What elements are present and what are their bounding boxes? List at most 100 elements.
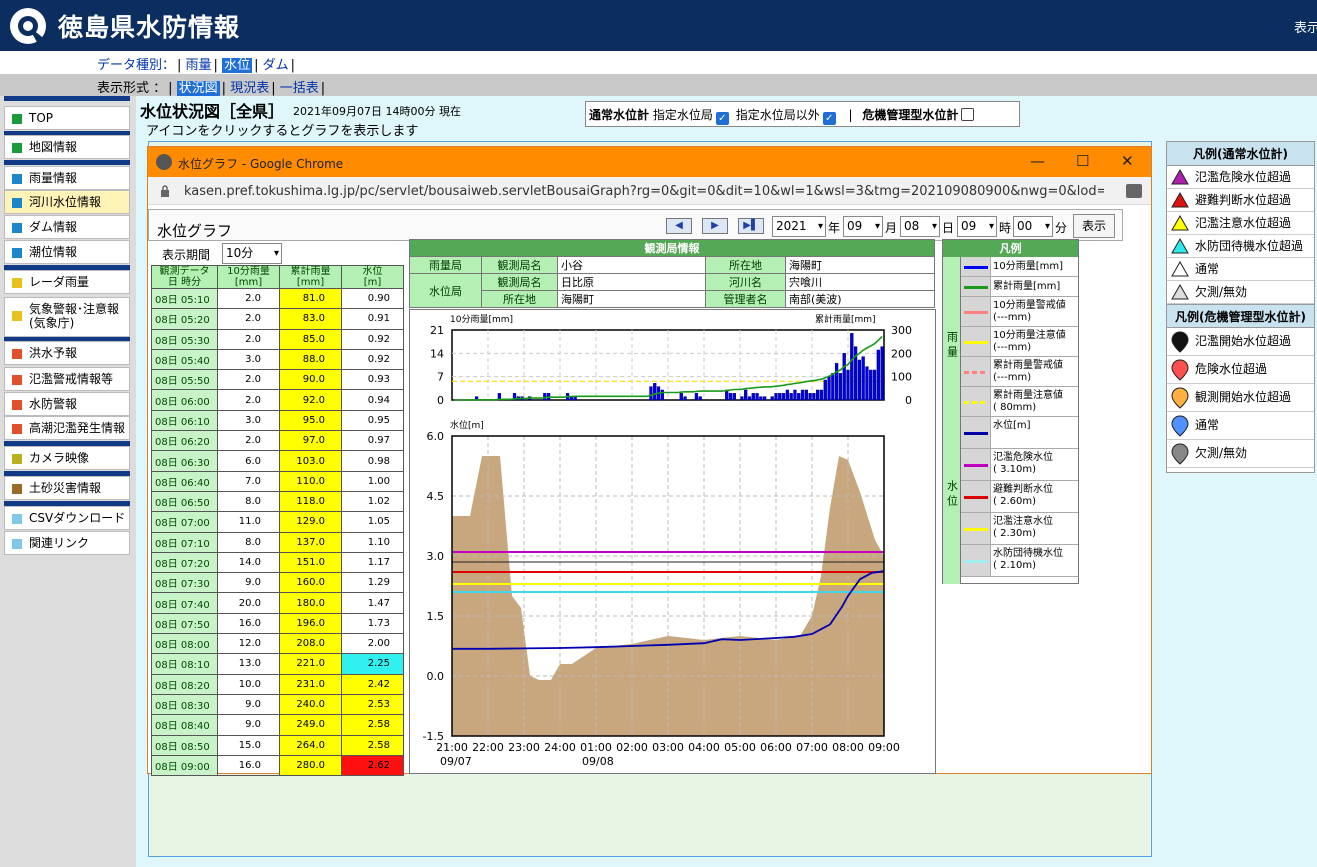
nav-bulk-table[interactable]: 一括表 xyxy=(280,81,319,96)
legend-text: 避難判断水位( 2.60m) xyxy=(993,484,1053,508)
minute-select[interactable]: 00 ▾ xyxy=(1013,216,1053,237)
address-bar[interactable]: kasen.pref.tokushima.lg.jp/pc/servlet/bo… xyxy=(148,177,1151,205)
time-tick-label: 05:00 xyxy=(724,741,756,754)
cell-rain10: 2.0 xyxy=(217,308,280,330)
cell-water-level: 2.42 xyxy=(341,673,404,695)
url-text[interactable]: kasen.pref.tokushima.lg.jp/pc/servlet/bo… xyxy=(184,184,1104,199)
header-display-link[interactable]: 表示 xyxy=(1294,17,1317,36)
sidebar-item-landslide[interactable]: 土砂災害情報 xyxy=(4,476,130,500)
normal-gauge-label: 通常水位計 xyxy=(589,108,650,122)
legend-label: 避難判断水位 xyxy=(993,484,1053,495)
rain-bar xyxy=(834,363,839,401)
latest-button[interactable]: ▶▌ xyxy=(738,218,764,234)
sidebar-divider xyxy=(4,96,130,101)
crisis-checkbox[interactable] xyxy=(961,108,975,121)
arrow-icon xyxy=(12,375,22,385)
sidebar-item-flood-alert[interactable]: 氾濫警戒情報等 xyxy=(4,367,130,391)
period-select[interactable]: 10分 ▾ xyxy=(222,243,282,264)
rain-bar xyxy=(804,389,808,401)
nav-rain[interactable]: 雨量 xyxy=(186,58,212,73)
cell-water-level: 0.95 xyxy=(341,409,404,432)
sidebar-item-label: 土砂災害情報 xyxy=(29,481,102,495)
level-y-axis-label: 水位[m] xyxy=(450,419,484,431)
nav-dam[interactable]: ダム xyxy=(263,58,289,73)
arrow-icon xyxy=(12,278,22,288)
rain-y2-tick: 100 xyxy=(891,371,912,384)
cell-water-level: 1.17 xyxy=(341,551,404,574)
cell-water-level: 0.92 xyxy=(341,348,404,371)
rain-bar xyxy=(823,379,827,401)
table-row: 08日 07:10 8.0 137.0 1.10 xyxy=(151,531,404,553)
legend-normal: 凡例(通常水位計) 氾濫危険水位超過 避難判断水位超過 氾濫注意水位超過 水防団待機水… xyxy=(1166,141,1315,473)
rain-y2-tick: 0 xyxy=(905,394,912,407)
sidebar-item-flood-warning[interactable]: 水防警報 xyxy=(4,392,130,416)
cell-water-level: 2.25 xyxy=(341,653,404,675)
cell-time: 08日 05:10 xyxy=(151,287,218,310)
sidebar-item-flood-forecast[interactable]: 洪水予報 xyxy=(4,341,130,365)
sidebar-item-tide[interactable]: 潮位情報 xyxy=(4,240,130,264)
year-select[interactable]: 2021 ▾ xyxy=(772,216,826,237)
non-designated-checkbox[interactable]: ✓ xyxy=(822,112,836,125)
arrow-icon xyxy=(12,484,22,494)
prev-button[interactable]: ◀ xyxy=(666,218,692,234)
graph-legend-item: 累計雨量注意値( 80mm) xyxy=(961,387,1078,417)
month-select[interactable]: 09 ▾ xyxy=(843,216,883,237)
day-select[interactable]: 08 ▾ xyxy=(900,216,940,237)
sidebar-item-label: 潮位情報 xyxy=(29,245,78,259)
nav-situation-map[interactable]: 状況図 xyxy=(176,81,220,96)
sidebar-item-radar[interactable]: レーダ雨量 xyxy=(4,270,130,294)
legend-sublabel: ( 3.10m) xyxy=(993,464,1036,475)
rain-bar xyxy=(649,386,653,401)
arrow-icon xyxy=(12,539,22,549)
sidebar-item-weather-warning[interactable]: 気象警報･注意報 (気象庁) xyxy=(4,297,130,337)
nav-current-table[interactable]: 現況表 xyxy=(230,81,269,96)
table-row: 08日 05:20 2.0 83.0 0.91 xyxy=(151,308,404,330)
window-titlebar[interactable]: 水位グラフ - Google Chrome — ☐ ✕ xyxy=(148,147,1151,177)
cell-water-level: 1.47 xyxy=(341,592,404,614)
cell-cumulative: 85.0 xyxy=(279,328,342,350)
cell-cumulative: 221.0 xyxy=(279,653,342,675)
cell-time: 08日 08:00 xyxy=(151,633,218,655)
sidebar-item-links[interactable]: 関連リンク xyxy=(4,531,130,555)
hour-select[interactable]: 09 ▾ xyxy=(957,216,997,237)
sidebar-item-map[interactable]: 地図情報 xyxy=(4,135,130,159)
filter-separator: | xyxy=(848,108,853,122)
table-row: 08日 08:20 10.0 231.0 2.42 xyxy=(151,673,404,695)
sidebar-item-dam[interactable]: ダム情報 xyxy=(4,215,130,239)
rain-bar xyxy=(793,389,797,401)
cell-cumulative: 95.0 xyxy=(279,409,342,432)
show-button[interactable]: 表示 xyxy=(1073,214,1115,238)
sidebar-item-label: 関連リンク xyxy=(29,536,90,550)
legend-normal-item: 氾濫危険水位超過 xyxy=(1167,166,1314,189)
graph-page-title: 水位グラフ xyxy=(157,222,233,240)
sidebar-item-label: 河川水位情報 xyxy=(29,195,102,209)
cell-cumulative: 118.0 xyxy=(279,490,342,513)
legend-text: 累計雨量注意値( 80mm) xyxy=(993,390,1063,414)
nav-water-level[interactable]: 水位 xyxy=(222,58,253,73)
next-button[interactable]: ▶ xyxy=(702,218,728,234)
close-icon[interactable]: ✕ xyxy=(1121,152,1134,170)
table-row: 08日 08:00 12.0 208.0 2.00 xyxy=(151,633,404,655)
sidebar-item-top[interactable]: TOP xyxy=(4,106,130,130)
sidebar-item-csv[interactable]: CSVダウンロード xyxy=(4,506,130,530)
sidebar-item-storm-surge[interactable]: 高潮氾濫発生情報 xyxy=(4,416,130,440)
station-filter: 通常水位計 指定水位局 ✓ 指定水位局以外 ✓ | 危機管理型水位計 xyxy=(585,101,1020,127)
designated-checkbox[interactable]: ✓ xyxy=(715,112,729,125)
sidebar-item-rain[interactable]: 雨量情報 xyxy=(4,166,130,190)
graph-popup-window[interactable]: 水位グラフ - Google Chrome — ☐ ✕ kasen.pref.t… xyxy=(147,146,1152,777)
sidebar-item-camera[interactable]: カメラ映像 xyxy=(4,446,130,470)
time-tick-label: 04:00 xyxy=(688,741,720,754)
maximize-icon[interactable]: ☐ xyxy=(1076,152,1089,170)
legend-sublabel: ( 2.30m) xyxy=(993,528,1036,539)
legend-crisis-item: 危険水位超過 xyxy=(1167,356,1314,384)
designated-label: 指定水位局 xyxy=(652,108,713,122)
translate-icon[interactable] xyxy=(1126,184,1142,198)
water-name-label: 観測局名 xyxy=(481,273,558,291)
prefecture-logo-icon[interactable] xyxy=(8,6,48,46)
month-unit: 月 xyxy=(885,221,898,235)
admin-name: 南部(美波) xyxy=(785,290,935,308)
sidebar-item-river-level[interactable]: 河川水位情報 xyxy=(4,190,130,214)
minimize-icon[interactable]: — xyxy=(1030,152,1045,170)
time-tick-label: 08:00 xyxy=(832,741,864,754)
legend-normal-item: 欠測/無効 xyxy=(1167,281,1314,304)
